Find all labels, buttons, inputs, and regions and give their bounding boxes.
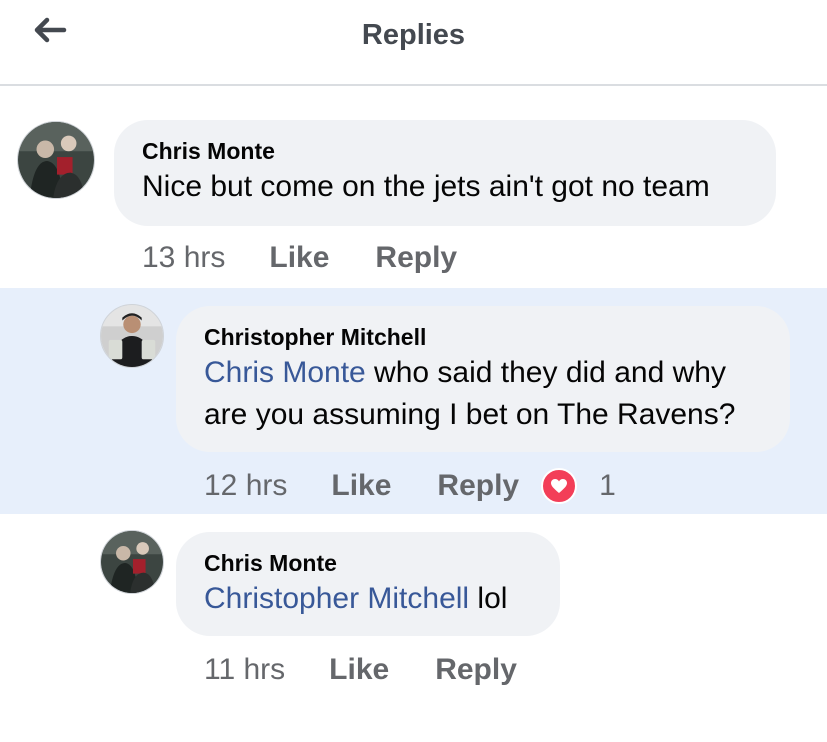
comment-item: Chris Monte Christopher Mitchell lol 11 … (0, 514, 827, 742)
comment-timestamp[interactable]: 13 hrs (142, 241, 225, 275)
page-title: Replies (361, 19, 466, 51)
heart-icon (541, 468, 578, 504)
comment-author[interactable]: Chris Monte (204, 548, 532, 578)
reply-button[interactable]: Reply (435, 653, 517, 687)
comment-bubble: Chris Monte Nice but come on the jets ai… (114, 120, 776, 226)
comment-text: Chris Monte who said they did and why ar… (204, 352, 762, 436)
mention-link[interactable]: Christopher Mitchell (204, 582, 469, 615)
comment-bubble: Christopher Mitchell Chris Monte who sai… (176, 306, 790, 452)
reaction-summary[interactable]: 1 (541, 468, 616, 504)
comment-item: Chris Monte Nice but come on the jets ai… (0, 86, 827, 288)
avatar[interactable] (100, 304, 164, 368)
mention-link[interactable]: Chris Monte (204, 356, 366, 389)
comment-author[interactable]: Christopher Mitchell (204, 322, 762, 352)
comment-timestamp[interactable]: 12 hrs (204, 469, 287, 503)
comment-text: Christopher Mitchell lol (204, 578, 532, 620)
comment-actions: 13 hrs Like Reply (142, 238, 503, 278)
comment-body: lol (469, 582, 508, 615)
comment-author[interactable]: Chris Monte (142, 136, 748, 166)
reaction-count: 1 (599, 469, 616, 502)
comment-bubble: Chris Monte Christopher Mitchell lol (176, 532, 560, 636)
header-bar: Replies (0, 0, 827, 86)
comment-actions: 12 hrs Like Reply 1 (204, 466, 616, 506)
avatar[interactable] (17, 121, 95, 199)
reply-button[interactable]: Reply (375, 241, 457, 275)
comment-text: Nice but come on the jets ain't got no t… (142, 170, 710, 203)
reply-button[interactable]: Reply (437, 469, 519, 503)
comment-timestamp[interactable]: 11 hrs (204, 653, 285, 687)
like-button[interactable]: Like (269, 241, 329, 275)
avatar[interactable] (100, 530, 164, 594)
comment-item-highlighted: Christopher Mitchell Chris Monte who sai… (0, 288, 827, 514)
like-button[interactable]: Like (329, 653, 389, 687)
like-button[interactable]: Like (331, 469, 391, 503)
comment-actions: 11 hrs Like Reply (204, 650, 563, 690)
